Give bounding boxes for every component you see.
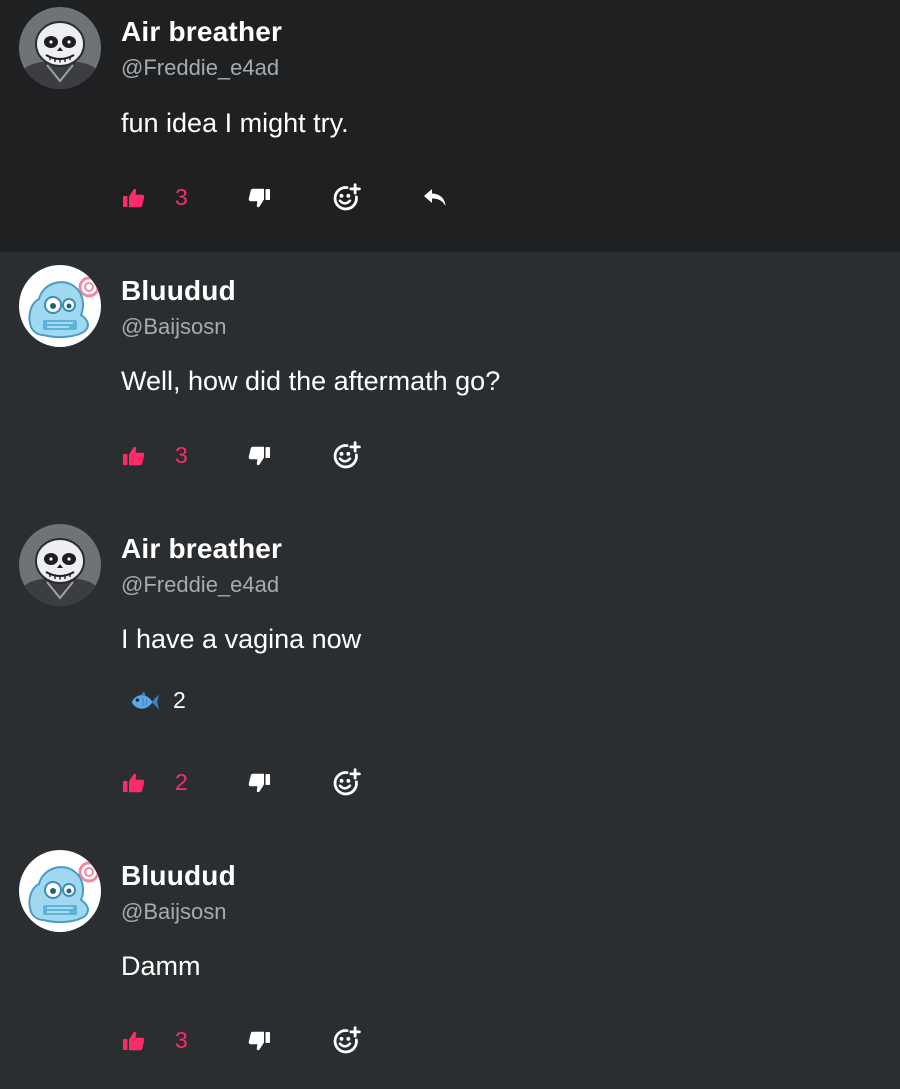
- comment-username[interactable]: Air breather: [121, 16, 282, 48]
- avatar[interactable]: [19, 850, 101, 932]
- comment-text: fun idea I might try.: [121, 108, 349, 138]
- thumbs-up-icon: [122, 1029, 146, 1053]
- reply-icon: [422, 187, 448, 209]
- comment-item: Air breather @Freddie_e4ad I have a vagi…: [0, 514, 900, 844]
- like-button[interactable]: [121, 1028, 147, 1054]
- comment-username[interactable]: Bluudud: [121, 860, 236, 892]
- comment-handle[interactable]: @Baijsosn: [121, 314, 227, 340]
- comment-feed: Air breather @Freddie_e4ad fun idea I mi…: [0, 0, 900, 1089]
- thumbs-down-icon: [247, 186, 271, 210]
- reaction-chip[interactable]: [127, 689, 161, 715]
- comment-item: Bluudud @Baijsosn Damm 3: [0, 844, 900, 1089]
- reply-button[interactable]: [420, 185, 450, 211]
- add-reaction-icon: [331, 183, 361, 213]
- thumbs-up-icon: [122, 771, 146, 795]
- add-reaction-button[interactable]: [330, 182, 362, 214]
- avatar[interactable]: [19, 7, 101, 89]
- add-reaction-icon: [331, 1026, 361, 1056]
- like-count: 3: [175, 1027, 188, 1053]
- comment-username[interactable]: Air breather: [121, 533, 282, 565]
- thumbs-down-icon: [247, 444, 271, 468]
- like-button[interactable]: [121, 770, 147, 796]
- add-reaction-button[interactable]: [330, 440, 362, 472]
- reaction-count: 2: [173, 687, 186, 713]
- blue-blob-avatar-icon: [19, 850, 101, 932]
- comment-text: Damm: [121, 951, 201, 981]
- skeleton-avatar-icon: [19, 524, 101, 606]
- dislike-button[interactable]: [246, 770, 272, 796]
- like-count: 3: [175, 184, 188, 210]
- comment-item: Bluudud @Baijsosn Well, how did the afte…: [0, 252, 900, 514]
- add-reaction-icon: [331, 768, 361, 798]
- skeleton-avatar-icon: [19, 7, 101, 89]
- thumbs-down-icon: [247, 1029, 271, 1053]
- comment-handle[interactable]: @Freddie_e4ad: [121, 55, 279, 81]
- comment-handle[interactable]: @Baijsosn: [121, 899, 227, 925]
- comment-item: Air breather @Freddie_e4ad fun idea I mi…: [0, 0, 900, 252]
- like-button[interactable]: [121, 443, 147, 469]
- comment-text: I have a vagina now: [121, 624, 362, 654]
- thumbs-down-icon: [247, 771, 271, 795]
- dislike-button[interactable]: [246, 1028, 272, 1054]
- blue-blob-avatar-icon: [19, 265, 101, 347]
- add-reaction-button[interactable]: [330, 1025, 362, 1057]
- add-reaction-icon: [331, 441, 361, 471]
- thumbs-up-icon: [122, 444, 146, 468]
- thumbs-up-icon: [122, 186, 146, 210]
- comment-username[interactable]: Bluudud: [121, 275, 236, 307]
- dislike-button[interactable]: [246, 443, 272, 469]
- add-reaction-button[interactable]: [330, 767, 362, 799]
- like-button[interactable]: [121, 185, 147, 211]
- dislike-button[interactable]: [246, 185, 272, 211]
- avatar[interactable]: [19, 524, 101, 606]
- like-count: 3: [175, 442, 188, 468]
- comment-handle[interactable]: @Freddie_e4ad: [121, 572, 279, 598]
- comment-text: Well, how did the aftermath go?: [121, 366, 501, 396]
- fish-icon: [128, 690, 160, 714]
- avatar[interactable]: [19, 265, 101, 347]
- like-count: 2: [175, 769, 188, 795]
